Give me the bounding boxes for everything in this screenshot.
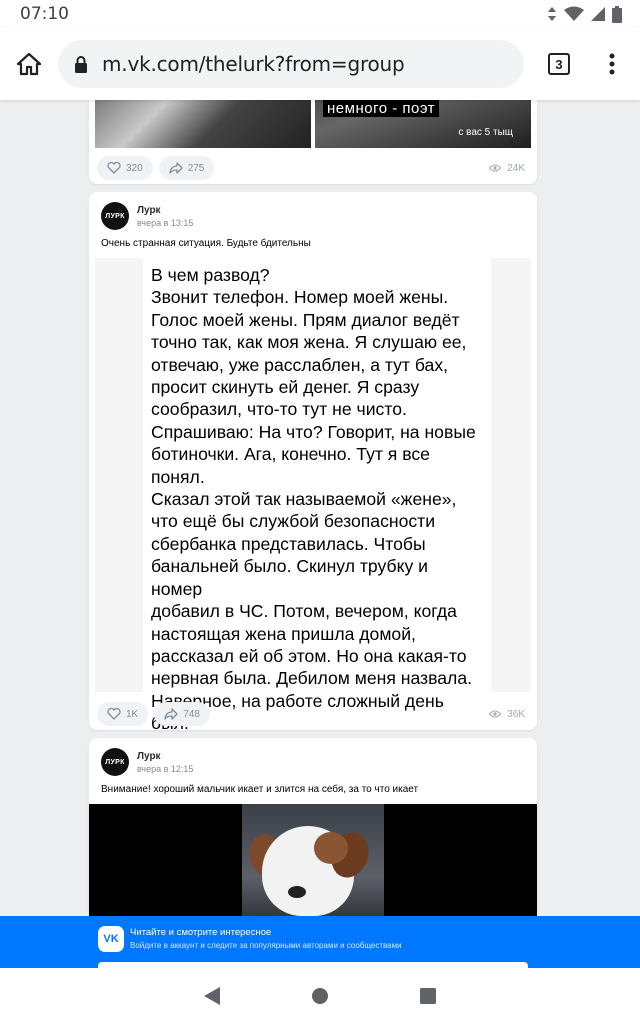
post-card: ЛУРК Лурк вчера в 12:15 Внимание! хороши… [89,738,537,916]
feed[interactable]: немного - поэт с вас 5 тыщ 320 275 24K Л… [0,100,640,916]
views-counter: 36K [489,702,525,726]
post-text-line: нервная была. Дебилом меня назвала. [151,668,472,689]
post-text-line: отвечаю, уже расслаблен, а тут бах, [151,354,449,375]
post-text-line: добавил в ЧС. Потом, вечером, когда [151,601,457,622]
like-count: 320 [126,162,143,174]
share-button[interactable]: 275 [158,156,215,180]
address-bar[interactable]: m.vk.com/thelurk?from=group [58,40,524,88]
share-icon [164,708,178,720]
back-icon[interactable] [203,986,221,1006]
like-button[interactable]: 1K [97,702,149,726]
like-button[interactable]: 320 [97,156,153,180]
url-text: m.vk.com/thelurk?from=group [102,52,405,76]
recents-icon[interactable] [419,987,437,1005]
banner-title: Читайте и смотрите интересное [130,927,272,938]
post-time[interactable]: вчера в 12:15 [137,764,193,774]
heart-icon [107,708,121,720]
views-count: 36K [507,708,525,720]
views-count: 24K [507,162,525,174]
lock-icon [75,56,87,73]
post-time[interactable]: вчера в 13:15 [137,218,193,228]
author-name[interactable]: Лурк [137,751,193,762]
status-bar: 07:10 [0,0,640,28]
vk-logo: VK [98,926,124,952]
puppy-nose [288,886,306,898]
heart-icon [107,162,121,174]
post-actions: 320 275 [97,156,215,180]
home-icon [16,52,42,76]
browser-menu-button[interactable] [594,35,630,93]
post-image[interactable]: немного - поэт с вас 5 тыщ [315,100,531,148]
eye-icon [489,164,502,172]
post-header: ЛУРК Лурк вчера в 13:15 [101,202,193,230]
home-button[interactable] [0,35,58,93]
post-text-line: В чем развод? [151,265,270,285]
system-nav-bar [0,968,640,1024]
status-time: 07:10 [20,4,69,24]
post-text-line: банальней было. Скинул трубку и номер [151,556,428,599]
post-text-line: сбербанка представилась. Чтобы [151,533,426,554]
share-count: 748 [183,708,200,720]
video-player[interactable] [89,804,537,916]
views-counter: 24K [489,156,525,180]
more-vert-icon [609,53,615,75]
tab-count: 3 [548,53,570,75]
avatar[interactable]: ЛУРК [101,748,129,776]
post-text-line: Сказал этой так называемой «жене», [151,489,457,510]
post-text-line: Голос моей жены. Прям диалог ведёт [151,309,460,330]
post-caption: Очень странная ситуация. Будьте бдительн… [101,238,311,249]
browser-toolbar: m.vk.com/thelurk?from=group 3 [0,28,640,100]
share-button[interactable]: 748 [154,702,210,726]
post-text-line: Звонит телефон. Номер моей жены. [151,287,449,308]
wifi-icon [564,6,584,21]
banner-subtitle: Войдите в аккаунт и следите за популярны… [130,941,402,950]
share-count: 275 [187,162,205,174]
post-text-line: настоящая жена пришла домой, [151,623,416,644]
post-text-line: рассказал ей об этом. Но она какая-то [151,645,467,666]
post-header: ЛУРК Лурк вчера в 12:15 [101,748,193,776]
share-icon [169,162,183,174]
avatar[interactable]: ЛУРК [101,202,129,230]
signal-icon [591,7,605,21]
puppy-spot [314,832,348,864]
post-text-line: просит скинуть ей денег. Я сразу [151,377,420,398]
post-text-line: что ещё бы службой безопасности [151,511,436,532]
post-text-line: Спрашиваю: На что? Говорит, на новые [151,421,476,442]
post-image[interactable] [95,100,311,148]
post-card: немного - поэт с вас 5 тыщ 320 275 24K [89,100,537,184]
author-name[interactable]: Лурк [137,205,193,216]
post-text-line: сообразил, что-то тут не чисто. [151,399,407,420]
meme-caption: немного - поэт [323,100,440,117]
battery-icon [612,5,622,23]
post-image[interactable]: В чем развод? Звонит телефон. Номер моей … [95,258,531,756]
post-caption: Внимание! хороший мальчик икает и злится… [101,784,419,795]
post-text-line: ботиночки. Ага, конечно. Тут я все понял… [151,444,430,487]
meme-subcaption: с вас 5 тыщ [458,127,513,138]
post-text-line: точно так, как моя жена. Я слушаю ее, [151,332,467,353]
post-image-text: В чем развод? Звонит телефон. Номер моей … [143,258,491,756]
eye-icon [489,710,502,718]
tab-switcher-button[interactable]: 3 [524,35,594,93]
home-circle-icon[interactable] [311,987,329,1005]
like-count: 1K [126,708,139,720]
post-card: ЛУРК Лурк вчера в 13:15 Очень странная с… [89,192,537,756]
status-icons [546,5,622,23]
video-frame [242,804,384,916]
vibrate-icon [548,7,556,21]
post-actions: 1K 748 [97,702,210,726]
signin-banner[interactable]: VK Читайте и смотрите интересное Войдите… [0,916,640,968]
